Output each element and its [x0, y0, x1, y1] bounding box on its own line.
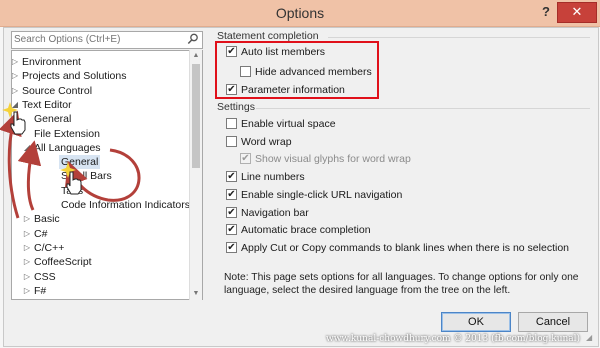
note-text: Note: This page sets options for all lan…	[224, 272, 579, 296]
search-box[interactable]	[11, 31, 203, 49]
help-button[interactable]: ?	[536, 2, 556, 22]
checkbox[interactable]: ✔	[226, 224, 237, 235]
tree-item-label: C#	[34, 227, 48, 240]
watermark: www.kunal-chowdhury.com © 2013 (fb.com/b…	[326, 334, 581, 344]
tree-item-label: General	[59, 155, 101, 170]
collapsed-arrow-icon[interactable]: ▷	[12, 84, 20, 98]
checkbox[interactable]: ✔	[226, 207, 237, 218]
tree-item[interactable]: ▷ F#	[12, 284, 188, 298]
tree-item-label: Text Editor	[22, 98, 72, 111]
collapsed-arrow-icon[interactable]: ▷	[22, 241, 32, 255]
tree-item[interactable]: ▷HTML	[12, 298, 188, 299]
checkbox[interactable]	[226, 118, 237, 129]
scroll-down-icon[interactable]: ▼	[190, 288, 202, 300]
tree-item-label: HTML	[34, 298, 63, 299]
options-tree[interactable]: ▷ Environment ▷ Projects and Solutions ▷ Sour…	[11, 50, 203, 300]
tree-item-label: CoffeeScript	[34, 256, 92, 269]
tree-scrollbar[interactable]: ▲ ▼	[189, 50, 202, 300]
tree-item-label: F#	[34, 284, 47, 297]
expanded-arrow-icon[interactable]: ◢	[22, 141, 32, 155]
scroll-up-icon[interactable]: ▲	[190, 50, 202, 62]
tree-item-label: Basic	[34, 213, 60, 226]
tree-item-label: Source Control	[22, 84, 93, 97]
tree-item-label: All Languages	[34, 141, 101, 154]
window-title: Options	[275, 5, 325, 21]
tree-item-label: File Extension	[34, 127, 100, 140]
collapsed-arrow-icon[interactable]: ▷	[22, 284, 32, 298]
collapsed-arrow-icon[interactable]: ▷	[22, 227, 32, 241]
tree-item[interactable]: Tabs	[12, 184, 188, 198]
close-button[interactable]: ✕	[557, 2, 597, 23]
tree-item[interactable]: ▷ Source Control	[12, 84, 188, 98]
tree-item-label: Scroll Bars	[61, 170, 112, 183]
tree-item[interactable]: ▷ CoffeeScript	[12, 255, 188, 269]
search-input[interactable]	[14, 33, 182, 46]
tree-item[interactable]: ▷ Projects and Solutions	[12, 69, 188, 83]
tree-item[interactable]: ▷ C#	[12, 227, 188, 241]
tree-item[interactable]: Scroll Bars	[12, 169, 188, 183]
search-icon[interactable]	[187, 33, 199, 45]
tree-item[interactable]: ◢ All Languages	[12, 141, 188, 155]
collapsed-arrow-icon[interactable]: ▷	[12, 69, 20, 83]
collapsed-arrow-icon[interactable]: ▷	[12, 55, 20, 69]
tree-item-label: General	[34, 113, 72, 126]
cancel-button[interactable]: Cancel	[518, 312, 588, 332]
tree-item[interactable]: ▷ CSS	[12, 270, 188, 284]
tree-item-label: CSS	[34, 270, 56, 283]
checkbox: ✔	[240, 153, 251, 164]
group-divider	[256, 108, 590, 109]
settings-heading: Settings	[217, 101, 255, 113]
group-divider	[328, 37, 590, 38]
tree-item[interactable]: General	[12, 155, 188, 170]
tree-item[interactable]: ▷ Basic	[12, 212, 188, 226]
tree-item-label: Projects and Solutions	[22, 70, 127, 83]
tree-item-label: Code Information Indicators	[61, 199, 190, 211]
tree-item[interactable]: ◢ Text Editor	[12, 98, 188, 112]
tree-item[interactable]: Code Information Indicators	[12, 198, 190, 212]
collapsed-arrow-icon[interactable]: ▷	[22, 270, 32, 284]
ok-button[interactable]: OK	[441, 312, 511, 332]
scrollbar-thumb[interactable]	[192, 64, 200, 168]
collapsed-arrow-icon[interactable]: ▷	[22, 212, 32, 226]
tree-item[interactable]: File Extension	[12, 127, 188, 141]
collapsed-arrow-icon[interactable]: ▷	[22, 298, 32, 299]
tree-item[interactable]: General	[12, 112, 188, 126]
tree-item-label: Environment	[22, 56, 81, 68]
expanded-arrow-icon[interactable]: ◢	[12, 98, 20, 112]
tree-item-label: C/C++	[34, 241, 65, 254]
tree-item-label: Tabs	[61, 184, 84, 197]
tree-item[interactable]: ▷ C/C++	[12, 241, 188, 255]
highlight-box	[215, 41, 379, 99]
checkbox[interactable]: ✔	[226, 242, 237, 253]
resize-grip-icon[interactable]: ◢	[586, 333, 596, 343]
collapsed-arrow-icon[interactable]: ▷	[22, 255, 32, 269]
checkbox[interactable]: ✔	[226, 171, 237, 182]
checkbox[interactable]	[226, 136, 237, 147]
checkbox[interactable]: ✔	[226, 189, 237, 200]
tree-item[interactable]: ▷ Environment	[12, 55, 188, 69]
